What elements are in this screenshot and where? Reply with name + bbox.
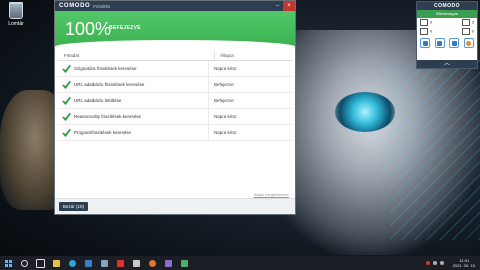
checkmark-icon xyxy=(62,64,71,73)
task-name: URL adatbázis frissítések keresése xyxy=(74,82,145,87)
start-button[interactable] xyxy=(3,258,13,268)
widget-actions xyxy=(417,36,477,50)
widget-stats-row-2: 0 0 xyxy=(417,27,477,36)
brand-logo: COMODO xyxy=(59,3,91,9)
app-icon xyxy=(132,259,140,267)
banner-wave xyxy=(55,40,295,48)
comodo-icon xyxy=(116,259,124,267)
browser-button[interactable] xyxy=(463,38,474,48)
widget-status: Biztonságos xyxy=(417,10,477,18)
widget-title: COMODO xyxy=(417,2,477,10)
network-tray-icon[interactable] xyxy=(432,261,437,265)
progress-percent: 100% xyxy=(65,19,112,39)
table-row: Programfrissítések keresése Napra kész xyxy=(58,125,292,141)
shield-icon xyxy=(420,28,428,35)
task-status: Napra kész xyxy=(208,61,292,76)
explorer-taskbar[interactable] xyxy=(51,258,61,268)
volume-icon[interactable] xyxy=(439,261,444,265)
comodo-tray-icon[interactable] xyxy=(425,261,430,265)
store-icon xyxy=(84,259,92,267)
title-bar[interactable]: COMODO Frissítés – × xyxy=(55,1,295,11)
task-status: Napra kész xyxy=(208,109,292,124)
window-footer: Bezár (10) xyxy=(55,198,295,214)
edge-taskbar[interactable] xyxy=(67,258,77,268)
task-status: Befejezve xyxy=(208,93,292,108)
table-header: Feladat Állapot xyxy=(58,51,292,61)
taskview-icon xyxy=(35,258,45,268)
view-log-link[interactable]: Napló megtekintése xyxy=(254,192,289,197)
checkmark-icon xyxy=(62,112,71,121)
sandbox-icon xyxy=(461,28,470,35)
update-window: COMODO Frissítés – × 100% BEFEJEZVE Fela… xyxy=(54,0,296,215)
app-taskbar-2[interactable] xyxy=(163,258,173,268)
table-row: URL adatbázis frissítések keresése Befeje… xyxy=(58,77,292,93)
task-status: Befejezve xyxy=(208,77,292,92)
progress-status: BEFEJEZVE xyxy=(109,25,141,31)
minimize-button[interactable]: – xyxy=(272,1,283,11)
tasks-icon xyxy=(437,40,443,46)
search-taskbar-button[interactable] xyxy=(19,258,29,268)
task-name: Programfrissítések keresése xyxy=(74,130,132,135)
tasks-button[interactable] xyxy=(434,38,445,48)
window-subtitle: Frissítés xyxy=(93,3,111,9)
store-taskbar[interactable] xyxy=(83,258,93,268)
table-row: URL adatbázis letöltése Befejezve xyxy=(58,93,292,109)
taskview-button[interactable] xyxy=(35,258,45,268)
comodo-taskbar[interactable] xyxy=(115,258,125,268)
search-icon xyxy=(20,259,28,267)
clock[interactable]: 11:01 2021. 05. 15. xyxy=(453,258,476,268)
monitor-icon xyxy=(420,19,428,26)
widget-stats-row-1: 0 3 xyxy=(417,18,477,27)
widget-collapse-button[interactable]: ︿ xyxy=(417,60,477,68)
network-icon xyxy=(461,19,470,26)
checkmark-icon xyxy=(62,80,71,89)
checkmark-icon xyxy=(62,96,71,105)
checkmark-icon xyxy=(62,128,71,137)
clock-date: 2021. 05. 15. xyxy=(452,263,476,268)
comodo-widget: COMODO Biztonságos 0 3 0 0 ︿ xyxy=(416,1,478,69)
folder-icon xyxy=(52,259,60,267)
recycle-bin-label: Lomtár xyxy=(8,21,24,27)
firefox-icon xyxy=(466,40,472,46)
widget-stat-1: 0 xyxy=(430,19,433,25)
edge-icon xyxy=(68,259,76,267)
firefox-icon xyxy=(148,259,156,267)
virtual-desktop-button[interactable] xyxy=(449,38,460,48)
wallpaper-robot-eye xyxy=(335,92,395,132)
scan-button[interactable] xyxy=(420,38,430,48)
task-name: Reasonnolity frissítések keresése xyxy=(74,114,142,119)
app-icon xyxy=(180,259,188,267)
recycle-bin-icon xyxy=(9,2,23,19)
widget-stat-4: 0 xyxy=(471,28,474,34)
task-name: URL adatbázis letöltése xyxy=(74,98,122,103)
wallpaper-network-lines xyxy=(390,60,480,240)
desktop-icon xyxy=(451,40,457,46)
mail-taskbar[interactable] xyxy=(99,258,109,268)
task-name: Szignatúra frissítések keresése xyxy=(74,66,137,71)
system-tray: 11:01 2021. 05. 15. xyxy=(425,258,480,268)
app-taskbar-3[interactable] xyxy=(179,258,189,268)
close-button[interactable]: Bezár (10) xyxy=(59,202,89,211)
task-status: Napra kész xyxy=(208,125,292,140)
table-row: Szignatúra frissítések keresése Napra kés… xyxy=(58,61,292,77)
scan-icon xyxy=(422,40,428,46)
column-header-task: Feladat xyxy=(64,53,80,58)
column-header-status: Állapot xyxy=(214,51,292,60)
firefox-taskbar[interactable] xyxy=(147,258,157,268)
mail-icon xyxy=(100,259,108,267)
widget-stat-3: 0 xyxy=(430,28,433,34)
task-table: Szignatúra frissítések keresése Napra kés… xyxy=(55,61,295,141)
app-taskbar-1[interactable] xyxy=(131,258,141,268)
windows-logo-icon xyxy=(4,259,12,267)
status-banner: 100% BEFEJEZVE xyxy=(55,11,295,48)
taskbar: 11:01 2021. 05. 15. xyxy=(0,256,480,270)
app-icon xyxy=(164,259,172,267)
widget-stat-2: 3 xyxy=(471,19,474,25)
recycle-bin[interactable]: Lomtár xyxy=(4,2,28,27)
table-row: Reasonnolity frissítések keresése Napra k… xyxy=(58,109,292,125)
close-window-button[interactable]: × xyxy=(283,1,295,11)
